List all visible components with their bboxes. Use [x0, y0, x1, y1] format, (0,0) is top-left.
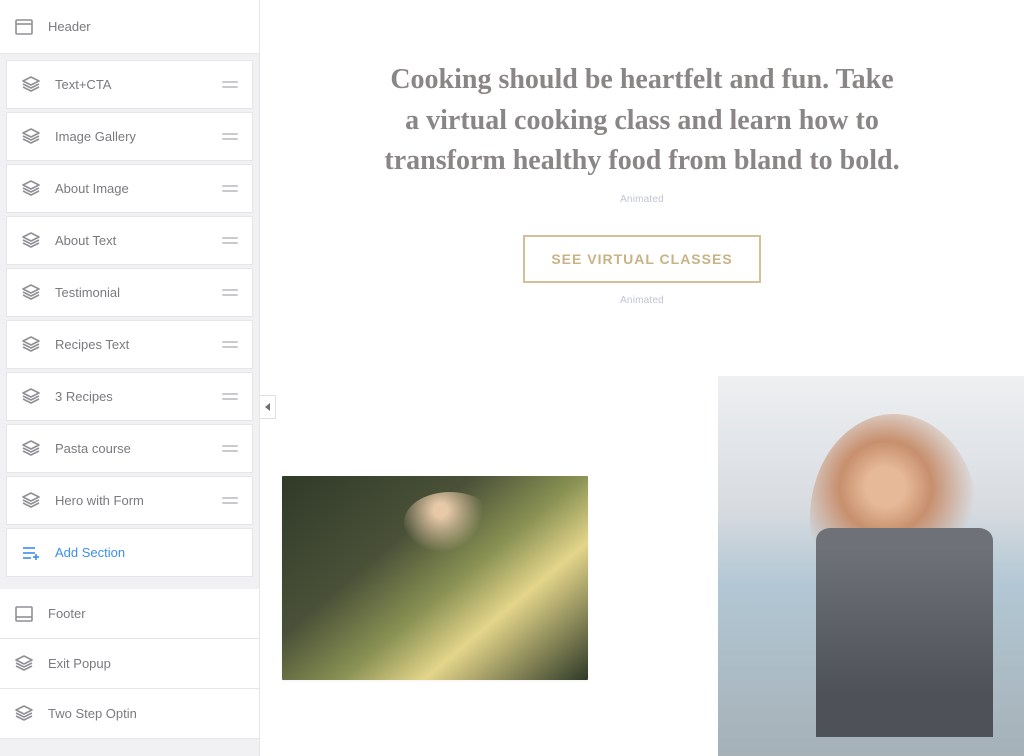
sidebar-item-text-cta[interactable]: Text+CTA	[6, 60, 253, 109]
footer-icon	[14, 604, 34, 624]
drag-handle-icon[interactable]	[222, 184, 238, 194]
images-row	[260, 376, 1024, 756]
layers-icon	[21, 179, 41, 199]
layers-icon	[21, 127, 41, 147]
gallery-image-right[interactable]	[718, 376, 1024, 756]
sidebar-item-pasta-course[interactable]: Pasta course	[6, 424, 253, 473]
sidebar-item-label: Exit Popup	[48, 656, 111, 671]
sections-group: Text+CTA Image Gallery About Image About…	[0, 60, 259, 577]
sidebar-item-label: Text+CTA	[55, 77, 111, 92]
sidebar-item-label: About Image	[55, 181, 129, 196]
sidebar-item-3-recipes[interactable]: 3 Recipes	[6, 372, 253, 421]
sidebar-item-label: About Text	[55, 233, 116, 248]
drag-handle-icon[interactable]	[222, 444, 238, 454]
layers-icon	[21, 491, 41, 511]
sidebar-item-label: Two Step Optin	[48, 706, 137, 721]
cta-wrap: SEE VIRTUAL CLASSES	[260, 235, 1024, 283]
animated-tag: Animated	[260, 295, 1024, 306]
layers-icon	[21, 439, 41, 459]
see-virtual-classes-button[interactable]: SEE VIRTUAL CLASSES	[523, 235, 760, 283]
sidebar-item-testimonial[interactable]: Testimonial	[6, 268, 253, 317]
layers-icon	[21, 335, 41, 355]
layers-icon	[14, 704, 34, 724]
sidebar-item-label: Image Gallery	[55, 129, 136, 144]
drag-handle-icon[interactable]	[222, 340, 238, 350]
drag-handle-icon[interactable]	[222, 496, 238, 506]
sidebar-item-label: 3 Recipes	[55, 389, 113, 404]
sidebar-item-about-image[interactable]: About Image	[6, 164, 253, 213]
sidebar-item-hero-with-form[interactable]: Hero with Form	[6, 476, 253, 525]
sidebar-item-header[interactable]: Header	[0, 0, 259, 54]
layers-icon	[21, 75, 41, 95]
sidebar: Header Text+CTA Image Gallery About Imag…	[0, 0, 260, 756]
page-heading[interactable]: Cooking should be heartfelt and fun. Tak…	[382, 60, 902, 182]
fixed-group: Footer Exit Popup Two Step Optin	[0, 589, 259, 739]
sidebar-item-label: Testimonial	[55, 285, 120, 300]
drag-handle-icon[interactable]	[222, 132, 238, 142]
sidebar-item-label: Pasta course	[55, 441, 131, 456]
sidebar-item-about-text[interactable]: About Text	[6, 216, 253, 265]
sidebar-item-image-gallery[interactable]: Image Gallery	[6, 112, 253, 161]
sidebar-item-footer[interactable]: Footer	[0, 589, 259, 639]
sidebar-item-recipes-text[interactable]: Recipes Text	[6, 320, 253, 369]
sidebar-item-exit-popup[interactable]: Exit Popup	[0, 639, 259, 689]
canvas: Cooking should be heartfelt and fun. Tak…	[260, 0, 1024, 756]
drag-handle-icon[interactable]	[222, 288, 238, 298]
layers-icon	[21, 231, 41, 251]
header-icon	[14, 17, 34, 37]
sidebar-item-label: Add Section	[55, 545, 125, 560]
drag-handle-icon[interactable]	[222, 80, 238, 90]
layers-icon	[21, 283, 41, 303]
add-section-icon	[21, 543, 41, 563]
sidebar-item-label: Recipes Text	[55, 337, 129, 352]
gallery-image-left[interactable]	[282, 476, 588, 680]
add-section-button[interactable]: Add Section	[6, 528, 253, 577]
sidebar-item-label: Hero with Form	[55, 493, 144, 508]
sidebar-item-label: Footer	[48, 606, 86, 621]
drag-handle-icon[interactable]	[222, 392, 238, 402]
layers-icon	[21, 387, 41, 407]
layers-icon	[14, 654, 34, 674]
sidebar-item-two-step-optin[interactable]: Two Step Optin	[0, 689, 259, 739]
animated-tag: Animated	[260, 194, 1024, 205]
drag-handle-icon[interactable]	[222, 236, 238, 246]
sidebar-item-label: Header	[48, 19, 91, 34]
